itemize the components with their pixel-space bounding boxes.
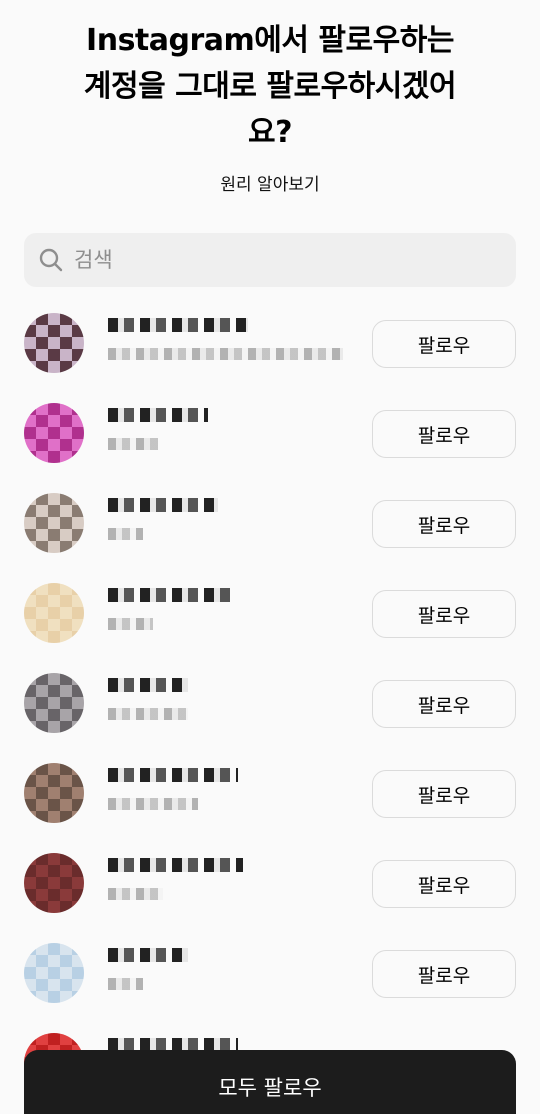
fullname-blurred [108, 618, 153, 630]
username-blurred [108, 768, 238, 782]
follow-button[interactable]: 팔로우 [372, 860, 516, 908]
account-row: 팔로우 [0, 388, 540, 478]
search-input[interactable] [72, 247, 476, 273]
follow-button[interactable]: 팔로우 [372, 500, 516, 548]
account-row: 팔로우 [0, 928, 540, 1018]
avatar[interactable] [24, 583, 84, 643]
account-row: 팔로우 [0, 478, 540, 568]
learn-more-link[interactable]: 원리 알아보기 [0, 170, 540, 195]
follow-button[interactable]: 팔로우 [372, 590, 516, 638]
account-list: 팔로우 팔로우 팔로우 팔로우 팔로우 팔로우 팔로우 팔로우 [0, 298, 540, 1108]
fullname-blurred [108, 888, 163, 900]
account-row: 팔로우 [0, 658, 540, 748]
fullname-blurred [108, 528, 143, 540]
follow-button[interactable]: 팔로우 [372, 680, 516, 728]
avatar[interactable] [24, 853, 84, 913]
fullname-blurred [108, 708, 188, 720]
follow-button[interactable]: 팔로우 [372, 410, 516, 458]
page-title: Instagram에서 팔로우하는 계정을 그대로 팔로우하시겠어요? [83, 23, 457, 150]
follow-button[interactable]: 팔로우 [372, 770, 516, 818]
username-blurred [108, 948, 188, 962]
avatar[interactable] [24, 403, 84, 463]
username-blurred [108, 318, 248, 332]
account-row: 팔로우 [0, 838, 540, 928]
fullname-blurred [108, 798, 198, 810]
username-blurred [108, 408, 208, 422]
account-row: 팔로우 [0, 298, 540, 388]
account-row: 팔로우 [0, 748, 540, 838]
follow-accounts-screen: Instagram에서 팔로우하는 계정을 그대로 팔로우하시겠어요? 원리 알… [0, 0, 540, 1114]
username-blurred [108, 858, 243, 872]
search-bar[interactable] [24, 233, 516, 287]
avatar[interactable] [24, 763, 84, 823]
username-blurred [108, 498, 218, 512]
fullname-blurred [108, 978, 143, 990]
follow-all-button[interactable]: 모두 팔로우 [24, 1050, 516, 1114]
fullname-blurred [108, 438, 158, 450]
avatar[interactable] [24, 493, 84, 553]
username-blurred [108, 588, 233, 602]
account-row: 팔로우 [0, 568, 540, 658]
search-icon [38, 247, 64, 273]
avatar[interactable] [24, 313, 84, 373]
follow-button[interactable]: 팔로우 [372, 320, 516, 368]
username-blurred [108, 678, 188, 692]
follow-button[interactable]: 팔로우 [372, 950, 516, 998]
avatar[interactable] [24, 943, 84, 1003]
avatar[interactable] [24, 673, 84, 733]
fullname-blurred [108, 348, 343, 360]
